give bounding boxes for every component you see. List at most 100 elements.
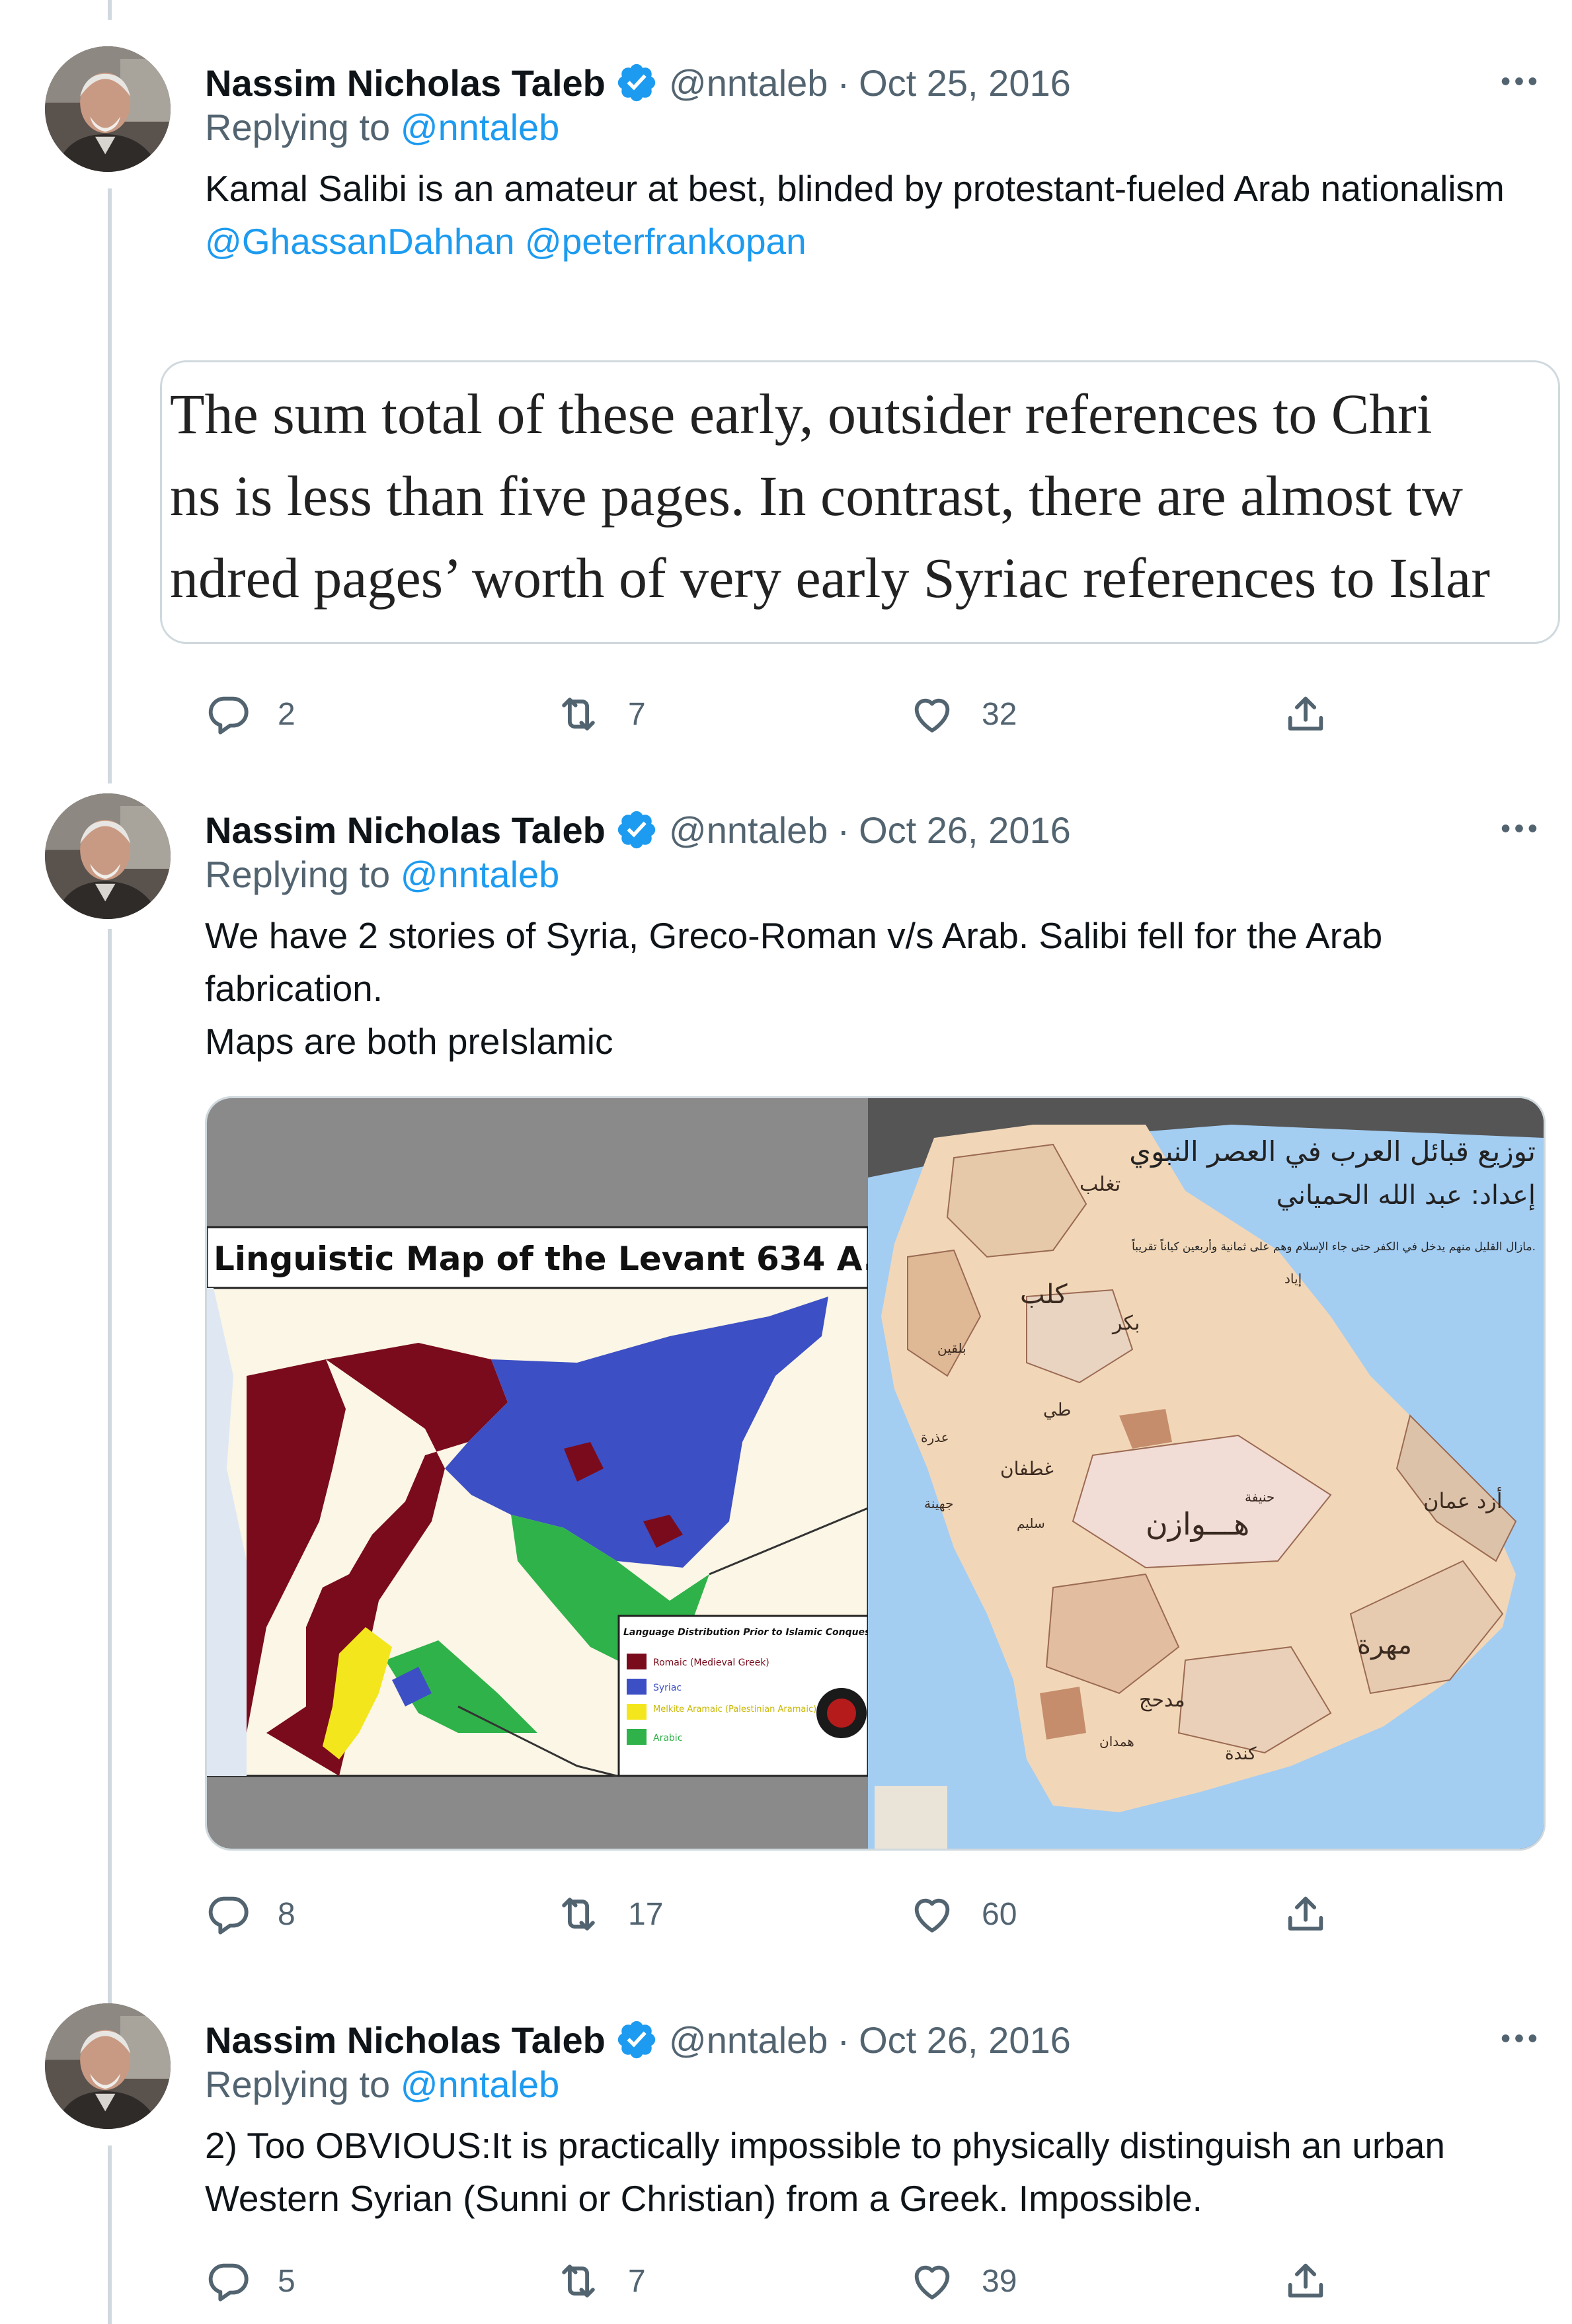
- reply-button[interactable]: 2: [205, 684, 295, 744]
- tweet-date[interactable]: Oct 26, 2016: [859, 2019, 1071, 2062]
- tribe-label: حنيفة: [1245, 1489, 1275, 1505]
- tweet-header: Nassim Nicholas Taleb @nntaleb · Oct 25,…: [205, 53, 1071, 112]
- reply-count: 5: [278, 2263, 295, 2299]
- tribe-label: بلقين: [937, 1340, 966, 1356]
- like-button[interactable]: 60: [909, 1884, 1017, 1944]
- more-options-icon[interactable]: [1493, 58, 1546, 104]
- tribe-label: مدحج: [1139, 1689, 1185, 1712]
- legend-item: Syriac: [653, 1683, 682, 1693]
- avatar[interactable]: [45, 793, 171, 919]
- more-options-icon[interactable]: [1493, 805, 1546, 852]
- like-icon: [909, 691, 955, 737]
- tweet-actions: 5 7 39: [198, 2251, 1362, 2311]
- retweet-button[interactable]: 7: [555, 2251, 646, 2311]
- verified-badge-icon: [615, 61, 658, 104]
- separator-dot: ·: [837, 2019, 850, 2061]
- retweet-icon: [555, 1891, 602, 1937]
- reply-icon: [205, 691, 251, 737]
- share-icon: [1282, 2258, 1329, 2304]
- tribe-label: همدان: [1099, 1734, 1134, 1749]
- share-button[interactable]: [1282, 1884, 1355, 1944]
- legend-title: Language Distribution Prior to Islamic C…: [623, 1627, 875, 1638]
- legend-item: Romaic (Medieval Greek): [653, 1658, 769, 1668]
- tribe-label: جهينة: [924, 1496, 953, 1511]
- tweet-text-line: Kamal Salibi is an amateur at best, blin…: [205, 168, 1505, 209]
- tweet-actions: 8 17 60: [198, 1884, 1362, 1944]
- tweet-text-line: 2) Too OBVIOUS:It is practically impossi…: [205, 2125, 1445, 2219]
- thread-line: [108, 2145, 112, 2324]
- share-button[interactable]: [1282, 2251, 1355, 2311]
- tribe-label: كلب: [1020, 1279, 1068, 1310]
- tweet-actions: 2 7 32: [198, 684, 1362, 744]
- like-button[interactable]: 32: [909, 684, 1017, 744]
- retweet-button[interactable]: 7: [555, 684, 646, 744]
- replying-to-link[interactable]: @nntaleb: [401, 2064, 560, 2105]
- retweet-count: 7: [628, 696, 646, 732]
- replying-to: Replying to @nntaleb: [205, 2063, 559, 2106]
- retweet-count: 17: [628, 1896, 664, 1932]
- reply-button[interactable]: 5: [205, 2251, 295, 2311]
- thread-line: [108, 0, 112, 20]
- retweet-button[interactable]: 17: [555, 1884, 663, 1944]
- excerpt-text: The sum total of these early, outsider r…: [162, 362, 1558, 619]
- media-image-maps[interactable]: Linguistic Map of the Levant 634 A.D. La…: [205, 1096, 1546, 1851]
- tribe-label: غطفان: [1000, 1458, 1054, 1480]
- tribe-label: طي: [1043, 1400, 1071, 1420]
- tweet-date[interactable]: Oct 25, 2016: [859, 61, 1071, 104]
- display-name[interactable]: Nassim Nicholas Taleb: [205, 809, 606, 852]
- like-count: 32: [982, 696, 1017, 732]
- user-handle[interactable]: @nntaleb: [669, 809, 828, 852]
- right-map-note: مازال القليل منهم يدخل في الكفر حتى جاء …: [1131, 1238, 1536, 1254]
- reply-icon: [205, 2258, 251, 2304]
- replying-to-link[interactable]: @nntaleb: [401, 106, 560, 148]
- share-icon: [1282, 691, 1329, 737]
- like-button[interactable]: 39: [909, 2251, 1017, 2311]
- like-icon: [909, 1891, 955, 1937]
- excerpt-line: ndred pages’ worth of very early Syriac …: [170, 546, 1490, 610]
- tweet-mentions[interactable]: @GhassanDahhan @peterfrankopan: [205, 215, 1520, 268]
- share-button[interactable]: [1282, 684, 1355, 744]
- tweet-text-line: Maps are both preIslamic: [205, 1021, 613, 1062]
- like-count: 39: [982, 2263, 1017, 2299]
- tribe-label: بكر: [1111, 1312, 1140, 1335]
- tweet-header: Nassim Nicholas Taleb @nntaleb · Oct 26,…: [205, 800, 1071, 860]
- display-name[interactable]: Nassim Nicholas Taleb: [205, 2019, 606, 2062]
- excerpt-line: ns is less than five pages. In contrast,…: [170, 464, 1463, 528]
- user-handle[interactable]: @nntaleb: [669, 2019, 828, 2062]
- media-image-excerpt[interactable]: The sum total of these early, outsider r…: [160, 360, 1560, 644]
- avatar-image: [45, 46, 171, 172]
- tribe-label: تغلب: [1080, 1173, 1120, 1196]
- like-count: 60: [982, 1896, 1017, 1932]
- tribe-label: إياد: [1284, 1271, 1302, 1287]
- display-name[interactable]: Nassim Nicholas Taleb: [205, 61, 606, 104]
- tweet-text: 2) Too OBVIOUS:It is practically impossi…: [205, 2119, 1520, 2225]
- verified-badge-icon: [615, 808, 658, 852]
- avatar[interactable]: [45, 2003, 171, 2129]
- thread-line: [108, 929, 112, 2010]
- more-options-icon[interactable]: [1493, 2015, 1546, 2062]
- tribe-label: سليم: [1017, 1515, 1045, 1531]
- tweet-date[interactable]: Oct 26, 2016: [859, 809, 1071, 852]
- maps-image: Linguistic Map of the Levant 634 A.D. La…: [207, 1098, 1544, 1849]
- reply-button[interactable]: 8: [205, 1884, 295, 1944]
- avatar[interactable]: [45, 46, 171, 172]
- right-map-title: توزيع قبائل العرب في العصر النبوي: [1129, 1135, 1536, 1168]
- like-icon: [909, 2258, 955, 2304]
- retweet-count: 7: [628, 2263, 646, 2299]
- verified-badge-icon: [615, 2018, 658, 2062]
- legend-item: Melkite Aramaic (Palestinian Aramaic): [653, 1704, 816, 1714]
- user-handle[interactable]: @nntaleb: [669, 61, 828, 104]
- tweet-text: We have 2 stories of Syria, Greco-Roman …: [205, 909, 1520, 1068]
- retweet-icon: [555, 691, 602, 737]
- replying-to-label: Replying to: [205, 106, 391, 148]
- right-map-author: إعداد: عبد الله الحمياني: [1277, 1180, 1536, 1211]
- avatar-image: [45, 2003, 171, 2129]
- separator-dot: ·: [837, 809, 850, 851]
- excerpt-line: The sum total of these early, outsider r…: [170, 382, 1433, 446]
- replying-to: Replying to @nntaleb: [205, 106, 559, 149]
- tribe-label: أزد عمان: [1423, 1487, 1503, 1513]
- replying-to-link[interactable]: @nntaleb: [401, 854, 560, 895]
- thread-line: [108, 188, 112, 783]
- tribe-label: هـــوازن: [1146, 1506, 1249, 1543]
- tweet-text-line: We have 2 stories of Syria, Greco-Roman …: [205, 915, 1383, 1009]
